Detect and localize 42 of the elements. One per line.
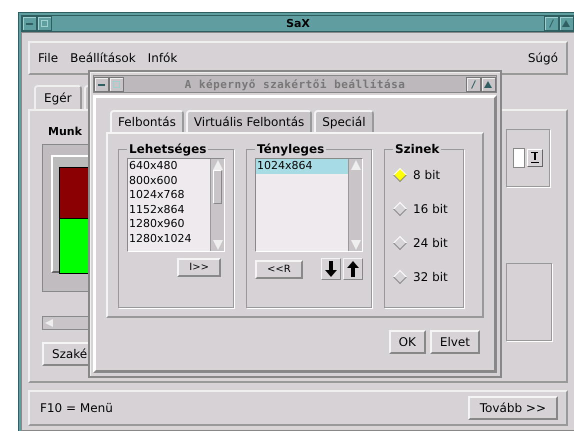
up-arrow-button[interactable] (343, 258, 363, 280)
list-item[interactable]: 800x600 (128, 174, 210, 188)
minimize-icon[interactable] (22, 16, 37, 31)
window-menu-icon[interactable] (37, 16, 52, 31)
list-item[interactable]: 1280x1024 (128, 232, 210, 246)
add-button[interactable]: I>> (177, 258, 221, 277)
window-menu-icon[interactable] (109, 76, 124, 92)
dialog-button[interactable]: OK (388, 330, 426, 354)
tab[interactable]: Virtuális Felbontás (186, 110, 312, 132)
help-menu[interactable]: Súgó (528, 51, 558, 65)
menu-item[interactable]: Beállítások (70, 51, 136, 65)
list-item[interactable]: 1024x864 (256, 159, 348, 174)
tab[interactable]: Felbontás (110, 110, 184, 132)
radio-label: 8 bit (413, 168, 440, 182)
dialog-button[interactable]: Elvet (430, 330, 480, 354)
list-item[interactable]: 640x480 (128, 159, 210, 174)
group-title: Szinek (394, 142, 440, 156)
list-item[interactable]: 1280x960 (128, 217, 210, 232)
list-item[interactable]: 1024x768 (128, 188, 210, 202)
down-arrow-button[interactable] (321, 258, 341, 280)
list-item[interactable]: 1152x864 (128, 202, 210, 217)
maximize-icon[interactable] (481, 76, 496, 92)
status-text: F10 = Menü (40, 401, 113, 415)
input-field[interactable] (513, 148, 525, 168)
section-heading: Munk (48, 125, 82, 138)
dialog-title: A képernyő szakértői beállítása (184, 78, 406, 90)
menu-item[interactable]: File (38, 51, 58, 65)
menu-item[interactable]: Infók (148, 51, 178, 65)
group-title: Lehetséges (128, 142, 208, 156)
window-title: SaX (285, 17, 311, 30)
radio-label: 16 bit (413, 202, 448, 216)
scrollbar[interactable] (348, 159, 362, 251)
next-button[interactable]: Tovább >> (468, 396, 558, 420)
download-icon[interactable] (527, 149, 543, 167)
radio-label: 32 bit (413, 270, 448, 284)
radio-label: 24 bit (413, 236, 448, 250)
remove-button[interactable]: <<R (255, 260, 303, 278)
minimize-icon[interactable] (94, 76, 109, 92)
scrollbar[interactable] (210, 159, 224, 251)
tab[interactable]: Speciál (314, 110, 374, 132)
group-title: Tényleges (256, 142, 326, 156)
tab[interactable]: Egér (34, 85, 82, 109)
